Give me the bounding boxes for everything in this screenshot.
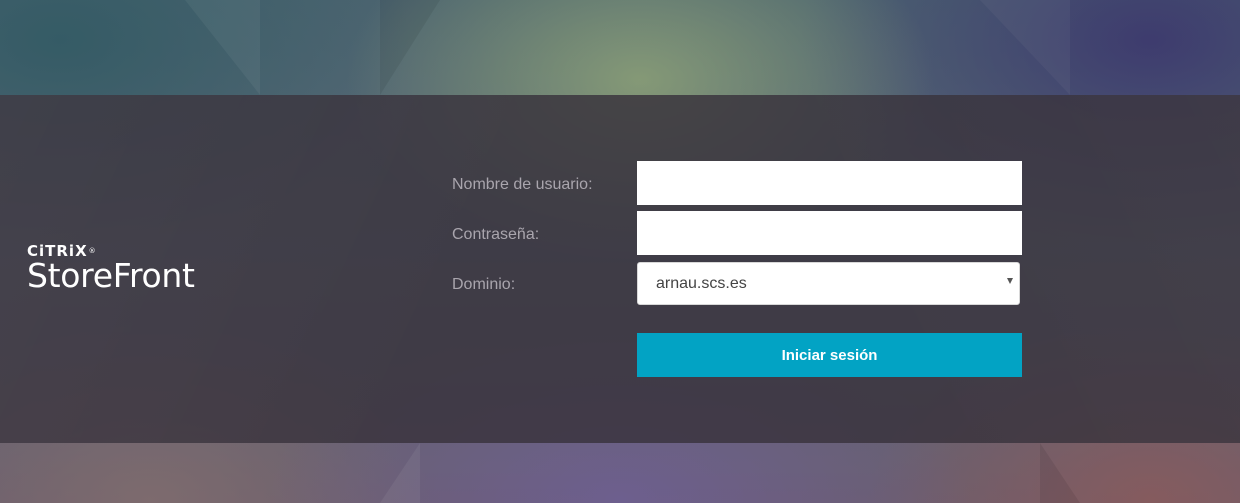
background-facet bbox=[980, 0, 1070, 95]
username-input[interactable] bbox=[637, 161, 1022, 205]
username-label: Nombre de usuario: bbox=[452, 176, 593, 193]
login-button[interactable]: Iniciar sesión bbox=[637, 333, 1022, 377]
password-label: Contraseña: bbox=[452, 226, 540, 243]
trademark-symbol: ® bbox=[88, 247, 97, 255]
password-input[interactable] bbox=[637, 211, 1022, 255]
background-facet bbox=[1040, 443, 1080, 503]
background-facet bbox=[185, 0, 260, 95]
background-facet bbox=[380, 443, 420, 503]
login-page: CiTRiX® StoreFront Nombre de usuario: Co… bbox=[0, 0, 1240, 503]
login-panel: CiTRiX® StoreFront Nombre de usuario: Co… bbox=[0, 95, 1240, 443]
background-facet bbox=[380, 0, 440, 95]
domain-label: Dominio: bbox=[452, 276, 516, 293]
domain-selected-value: arnau.scs.es bbox=[656, 275, 747, 292]
logo-product: StoreFront bbox=[27, 256, 195, 295]
domain-select[interactable]: arnau.scs.es bbox=[637, 262, 1020, 305]
chevron-down-icon bbox=[1007, 278, 1013, 284]
citrix-storefront-logo: CiTRiX® StoreFront bbox=[27, 243, 195, 294]
